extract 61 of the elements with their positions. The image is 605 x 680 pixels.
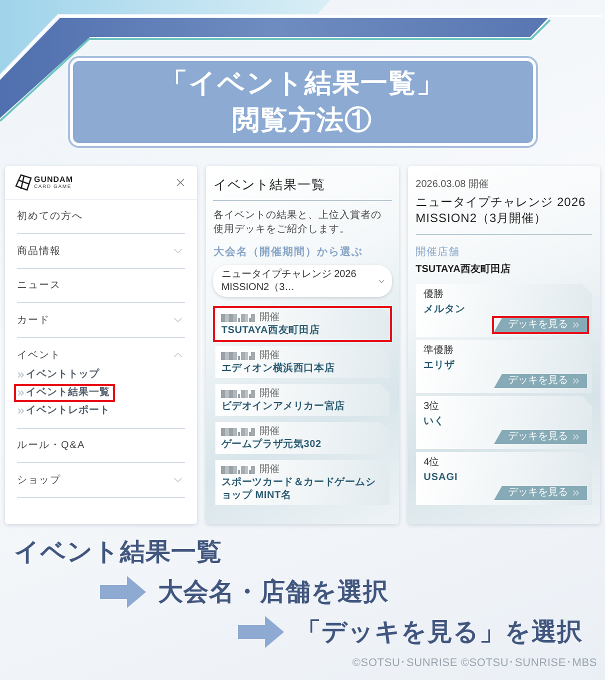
player-name: エリザ — [424, 359, 456, 372]
store-label: 開催店舗 — [416, 245, 461, 259]
logo-icon — [15, 174, 32, 191]
menu-item[interactable]: ルール・Q&A — [17, 429, 186, 463]
menu-item[interactable]: 初めての方へ — [17, 200, 186, 234]
arrow-icon — [100, 576, 146, 608]
logo-text: GUNDAM — [34, 176, 73, 184]
mosaic-icon — [221, 428, 256, 436]
panel-title: イベント結果一覧 — [213, 176, 392, 201]
store-name: エディオン横浜西口本店 — [221, 362, 336, 375]
event-status: 開催 — [259, 349, 280, 362]
copyright-text: ©SOTSU･SUNRISE ©SOTSU･SUNRISE･MBS — [352, 656, 597, 670]
description-text: 各イベントの結果と、上位入賞者の使用デッキをご紹介します。 — [213, 209, 382, 237]
submenu-link[interactable]: イベントトップ — [16, 368, 100, 382]
double-chevron-icon — [570, 432, 581, 442]
step-text: 大会名・店舗を選択 — [158, 577, 388, 607]
double-chevron-icon — [570, 376, 581, 386]
event-status: 開催 — [259, 463, 280, 476]
page-title: 「イベント結果一覧」 閲覧方法① — [160, 67, 444, 137]
rank-label: 優勝 — [424, 288, 445, 301]
event-card[interactable]: 開催 スポーツカード＆カードゲームショップ MINT名 — [215, 460, 390, 505]
player-name: USAGI — [424, 471, 459, 484]
mosaic-icon — [221, 466, 256, 474]
event-date: 2026.03.08 開催 — [416, 178, 490, 191]
filter-heading: 大会名（開催期間）から選ぶ — [213, 245, 364, 259]
store-name: TSUTAYA西友町田店 — [416, 263, 512, 276]
double-chevron-icon — [16, 388, 26, 398]
event-card[interactable]: 開催 ゲームプラザ元気302 — [215, 422, 390, 454]
event-dropdown[interactable]: ニュータイプチャレンジ 2026 MISSION2（3… — [213, 265, 392, 297]
event-card[interactable]: 開催 ビデオインアメリカー宮店 — [215, 384, 390, 416]
event-status: 開催 — [259, 311, 280, 324]
event-card[interactable]: 開催 エディオン横浜西口本店 — [215, 346, 390, 378]
submenu-link[interactable]: イベントレポート — [16, 404, 110, 418]
menu-item[interactable]: カード — [17, 303, 186, 337]
mosaic-icon — [221, 390, 256, 398]
event-status: 開催 — [259, 387, 280, 400]
event-title: ニュータイプチャレンジ 2026 MISSION2（3月開催） — [416, 194, 587, 226]
step-text: 「デッキを見る」を選択 — [296, 617, 582, 647]
double-chevron-icon — [570, 320, 581, 330]
double-chevron-icon — [570, 488, 581, 498]
step-text: イベント結果一覧 — [14, 537, 222, 567]
menu-item[interactable]: ニュース — [17, 269, 186, 303]
rank-label: 4位 — [424, 456, 440, 469]
store-name: ゲームプラザ元気302 — [221, 438, 322, 451]
menu-item[interactable]: ショップ — [17, 463, 186, 497]
double-chevron-icon — [16, 370, 26, 380]
arrow-icon — [238, 616, 284, 648]
menu-item[interactable]: 商品情報 — [17, 234, 186, 268]
player-name: いく — [424, 415, 446, 428]
event-status: 開催 — [259, 425, 280, 438]
submenu-link[interactable]: イベント結果一覧 — [16, 386, 110, 400]
mosaic-icon — [221, 352, 256, 360]
mosaic-icon — [221, 314, 256, 322]
event-card[interactable]: 開催 TSUTAYA西友町田店 — [215, 308, 390, 340]
store-name: スポーツカード＆カードゲームショップ MINT名 — [221, 476, 377, 502]
player-name: メルタン — [424, 303, 467, 316]
rank-label: 準優勝 — [424, 344, 455, 357]
store-name: TSUTAYA西友町田店 — [221, 324, 321, 337]
store-name: ビデオインアメリカー宮店 — [221, 400, 346, 413]
rank-label: 3位 — [424, 400, 440, 413]
double-chevron-icon — [16, 406, 26, 416]
